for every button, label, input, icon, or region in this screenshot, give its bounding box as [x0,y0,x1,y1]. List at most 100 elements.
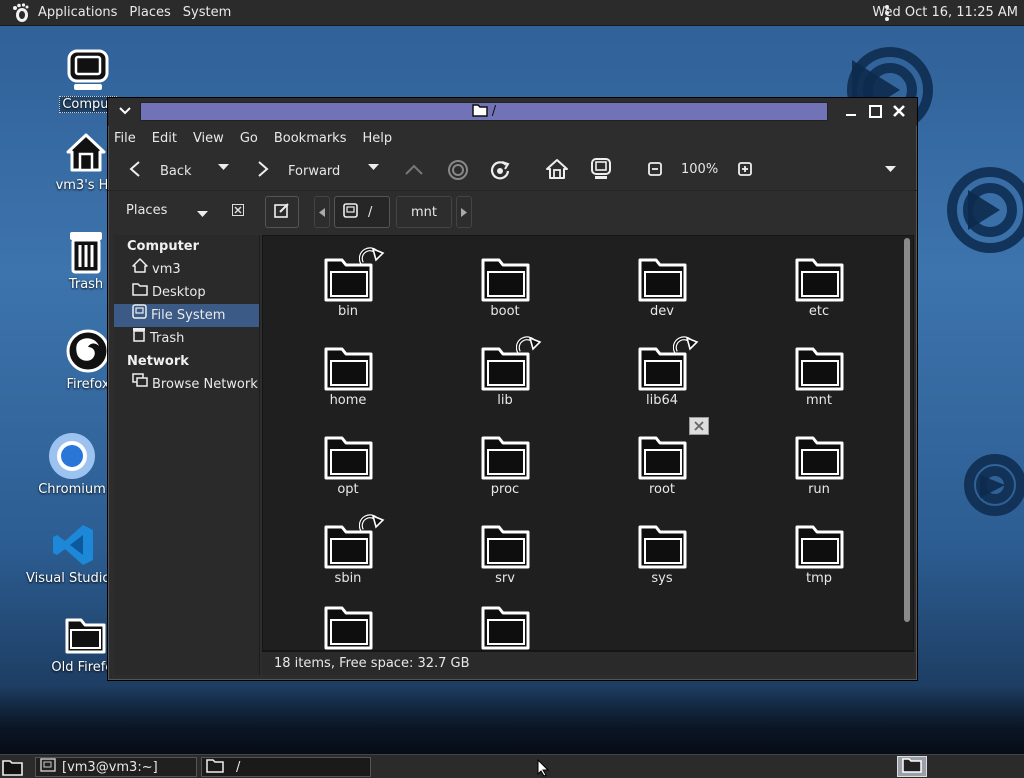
bottom-panel: [vm3@vm3:~] / [0,754,1024,778]
folder-icon [794,523,846,575]
menubar: File Edit View Go Bookmarks Help [108,126,917,150]
sidebar-item-browse-network[interactable]: Browse Network [114,373,259,396]
forward-history-dropdown[interactable] [368,164,379,171]
file-item[interactable]: lib [450,336,560,408]
menu-view[interactable]: View [193,131,224,146]
back-button[interactable]: Back [128,160,192,182]
folder-icon [206,758,224,777]
location-bar: Places / mnt [108,190,917,232]
file-item[interactable] [450,598,560,650]
up-icon[interactable] [404,162,424,176]
sidebar-item-label: Trash [150,331,185,346]
reload-icon[interactable] [489,159,511,181]
folder-icon [323,345,375,397]
file-item[interactable]: dev [607,250,717,319]
drive-icon [343,202,358,222]
task-file-manager[interactable]: / [201,757,371,777]
places-menu[interactable]: Places [129,5,170,20]
workspace-switcher[interactable] [897,756,927,777]
file-item[interactable]: proc [450,428,560,497]
path-scroll-right[interactable] [456,196,472,228]
path-button-root[interactable]: / [334,196,390,228]
menu-bookmarks[interactable]: Bookmarks [274,131,347,146]
computer-icon[interactable] [590,158,612,180]
file-item[interactable]: lib64 [607,336,717,408]
folder-icon [132,281,148,304]
sidebar-item-vm3[interactable]: vm3 [114,258,259,281]
desktop-icon-label: Firefox [66,377,110,392]
sidebar-item-trash[interactable]: Trash [114,327,259,350]
file-item[interactable]: boot [450,250,560,319]
menu-help[interactable]: Help [362,131,392,146]
file-icon-view[interactable]: bin boot dev etc home lib lib64 mnt opt proc root r… [262,235,914,651]
minimize-icon[interactable] [842,102,860,120]
gnome-foot-icon[interactable] [10,2,32,24]
forward-label: Forward [288,163,341,179]
file-item[interactable]: mnt [764,339,874,408]
forward-button[interactable]: Forward [256,160,340,182]
file-item[interactable] [293,598,403,650]
clock[interactable]: Wed Oct 16, 11:25 AM [872,5,1018,20]
home-icon [62,128,110,176]
toolbar-overflow-dropdown[interactable] [885,166,896,173]
file-item[interactable]: srv [450,517,560,586]
window-title-bar[interactable]: / [140,102,828,121]
folder-icon [472,103,488,121]
close-sidebar-icon[interactable] [232,204,244,220]
back-label: Back [160,163,192,179]
drive-icon [132,304,147,327]
toggle-location-entry-button[interactable] [265,196,299,228]
task-terminal[interactable]: [vm3@vm3:~] [35,757,197,777]
zoom-out-icon[interactable] [648,162,662,176]
folder-icon [323,434,375,486]
trash-icon [132,327,146,350]
menu-edit[interactable]: Edit [152,131,177,146]
desktop-icon-label: Trash [68,277,104,292]
path-button-mnt[interactable]: mnt [396,196,452,228]
file-item[interactable]: home [293,339,403,408]
back-history-dropdown[interactable] [218,164,229,171]
path-scroll-left[interactable] [314,196,330,228]
mouse-pointer-icon [537,758,550,778]
close-icon[interactable] [890,102,908,120]
menu-file[interactable]: File [114,131,136,146]
home-icon[interactable] [545,158,569,180]
file-item[interactable]: opt [293,428,403,497]
path-button-label: mnt [411,204,437,220]
zoom-in-icon[interactable] [738,162,752,176]
top-panel: Applications Places System Wed Oct 16, 1… [0,0,1024,26]
sidebar-item-label: File System [151,308,226,323]
sidebar-item-desktop[interactable]: Desktop [114,281,259,304]
file-item[interactable]: root [607,417,717,497]
task-label: [vm3@vm3:~] [62,759,158,775]
sidebar-item-file-system[interactable]: File System [114,304,259,327]
folder-icon [794,434,846,486]
vertical-scrollbar[interactable] [903,238,911,622]
window-menu-icon[interactable] [116,102,134,120]
sidebar-heading-network: Network [127,354,189,369]
no-access-icon [689,417,709,435]
system-menu[interactable]: System [183,5,231,20]
symlink-icon [358,246,385,270]
zoom-level[interactable]: 100% [681,162,718,177]
file-item[interactable]: run [764,428,874,497]
sidebar-selector-label[interactable]: Places [126,203,167,218]
sidebar-selector-dropdown[interactable] [197,207,208,222]
chromium-icon [48,432,96,480]
file-item[interactable]: etc [764,250,874,319]
file-item[interactable]: sbin [293,514,403,586]
edit-icon [274,202,290,222]
scrollbar-thumb[interactable] [904,238,910,622]
menu-go[interactable]: Go [240,131,258,146]
home-icon [132,258,148,281]
titlebar[interactable]: / [108,98,917,126]
show-desktop-icon[interactable] [2,758,24,778]
maximize-icon[interactable] [866,102,884,120]
applications-menu[interactable]: Applications [38,5,117,20]
folder-icon [62,610,110,658]
file-item[interactable]: tmp [764,517,874,586]
file-item[interactable]: bin [293,247,403,319]
stop-icon[interactable] [447,159,469,181]
window-title: / [491,104,497,119]
file-item[interactable]: sys [607,517,717,586]
